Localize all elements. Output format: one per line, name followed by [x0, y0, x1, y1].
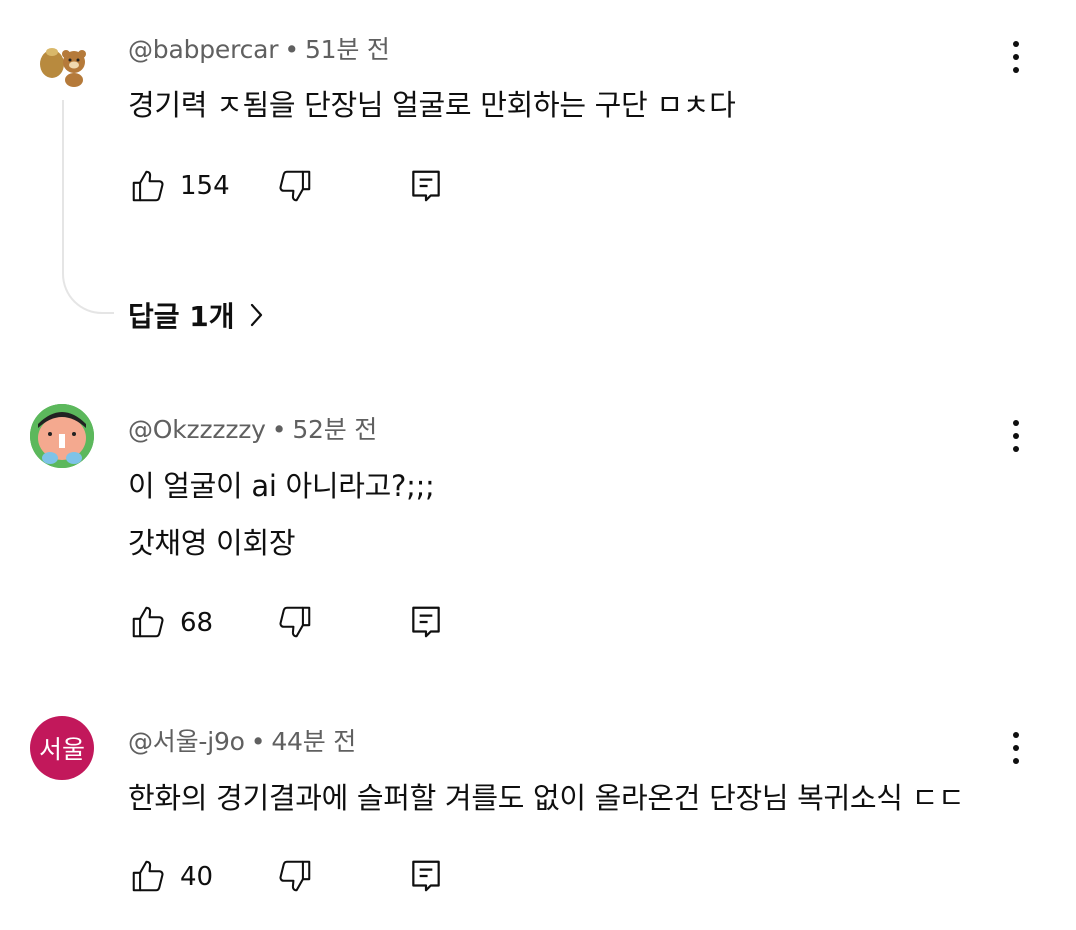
replies-label: 답글 1개 [128, 300, 235, 333]
more-vert-icon[interactable] [1001, 726, 1031, 770]
replies-toggle[interactable]: 답글 1개 [128, 295, 267, 335]
comment-time[interactable]: 51분 전 [305, 35, 390, 64]
reply-icon [412, 170, 440, 202]
meta-separator: • [284, 35, 299, 64]
reply-icon [412, 606, 440, 638]
comment-time[interactable]: 44분 전 [271, 727, 356, 756]
like-button[interactable] [126, 600, 170, 644]
comment-author[interactable]: @Okzzzzzy [128, 415, 266, 444]
like-icon [132, 170, 164, 202]
avatar-initials: 서울 [38, 735, 85, 764]
avatar[interactable]: 서울 [30, 716, 94, 780]
like-button[interactable] [126, 164, 170, 208]
dislike-icon [279, 606, 311, 638]
like-count: 40 [180, 862, 214, 892]
comment-text: 한화의 경기결과에 슬퍼할 겨를도 없이 올라온건 단장님 복귀소식 ㄷㄷ [128, 781, 965, 815]
thread-connector [62, 100, 114, 314]
chevron-right-icon [250, 303, 262, 327]
avatar-image [30, 404, 94, 468]
dislike-icon [279, 170, 311, 202]
reply-button[interactable] [404, 164, 448, 208]
meta-separator: • [250, 727, 266, 756]
like-icon [132, 606, 164, 638]
comment-meta: @Okzzzzzy • 52분 전 [128, 410, 377, 446]
reply-button[interactable] [404, 600, 448, 644]
avatar-image [40, 48, 86, 87]
comment-author[interactable]: @서울-j9o [128, 727, 245, 756]
like-count: 68 [180, 608, 214, 638]
more-vert-icon[interactable] [1001, 35, 1031, 79]
reply-button[interactable] [404, 854, 448, 898]
like-count: 154 [180, 171, 230, 201]
avatar[interactable] [30, 404, 94, 468]
comment-text: 경기력 ㅈ됨을 단장님 얼굴로 만회하는 구단 ㅁㅊ다 [128, 88, 736, 122]
reply-icon [412, 860, 440, 892]
dislike-button[interactable] [273, 854, 317, 898]
comment-time[interactable]: 52분 전 [292, 415, 377, 444]
comment-text: 갓채영 이회장 [128, 526, 296, 560]
dislike-button[interactable] [273, 600, 317, 644]
dislike-icon [279, 860, 311, 892]
dislike-button[interactable] [273, 164, 317, 208]
avatar[interactable] [30, 30, 94, 94]
like-button[interactable] [126, 854, 170, 898]
comment-meta: @서울-j9o • 44분 전 [128, 722, 356, 758]
comment-text: 이 얼굴이 ai 아니라고?;;; [128, 469, 435, 503]
more-vert-icon[interactable] [1001, 414, 1031, 458]
comment-meta: @babpercar • 51분 전 [128, 30, 390, 66]
comment-author[interactable]: @babpercar [128, 35, 279, 64]
like-icon [132, 860, 164, 892]
meta-separator: • [271, 415, 287, 444]
